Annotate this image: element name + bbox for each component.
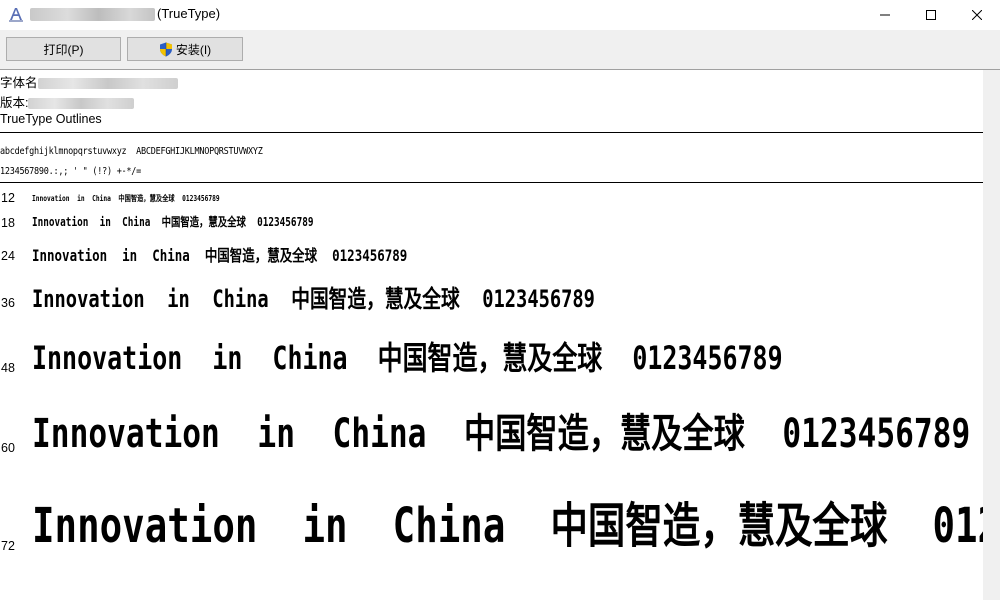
maximize-icon xyxy=(926,10,936,20)
sample-row-48: 48 Innovation in China 中国智造，慧及全球 0123456… xyxy=(0,332,983,382)
minimize-button[interactable] xyxy=(862,0,908,30)
size-label: 36 xyxy=(1,296,15,310)
sample-text: Innovation in China 中国智造，慧及全球 0123456789 xyxy=(32,194,220,203)
title-bar: (TrueType) xyxy=(0,0,1000,30)
sample-row-12: 12 Innovation in China 中国智造，慧及全球 0123456… xyxy=(0,190,983,208)
sample-text: Innovation in China 中国智造，慧及全球 0123456789 xyxy=(32,285,595,313)
uac-shield-icon xyxy=(159,42,172,56)
sample-text: Innovation in China 中国智造，慧及全球 0123456789 xyxy=(32,215,314,229)
minimize-icon xyxy=(880,14,890,16)
sample-row-36: 36 Innovation in China 中国智造，慧及全球 0123456… xyxy=(0,278,983,318)
toolbar: 打印(P) 安装(I) xyxy=(0,30,1000,70)
close-icon xyxy=(972,10,982,20)
font-app-icon xyxy=(9,8,23,22)
charset-digits-symbols: 1234567890.:,; ' " (!?) +-*/= xyxy=(0,166,142,177)
size-label: 24 xyxy=(1,249,15,263)
sample-row-24: 24 Innovation in China 中国智造，慧及全球 0123456… xyxy=(0,240,983,270)
font-outline-type: TrueType Outlines xyxy=(0,112,102,126)
font-name-label: 字体名 xyxy=(0,76,38,90)
font-name-line: 字体名 xyxy=(0,72,178,91)
font-version-line: 版本: xyxy=(0,92,135,111)
sample-row-60: 60 Innovation in China 中国智造，慧及全球 0123456… xyxy=(0,400,983,464)
maximize-button[interactable] xyxy=(908,0,954,30)
size-label: 18 xyxy=(1,216,15,230)
charset-letters: abcdefghijklmnopqrstuvwxyz ABCDEFGHIJKLM… xyxy=(0,146,263,157)
print-button-label: 打印(P) xyxy=(43,42,84,57)
font-version-value-redacted xyxy=(28,98,135,110)
print-button[interactable]: 打印(P) xyxy=(6,37,121,61)
vertical-scrollbar[interactable] xyxy=(983,70,1000,600)
size-label: 72 xyxy=(1,539,15,553)
sample-text: Innovation in China 中国智造，慧及全球 0123456789 xyxy=(32,411,971,457)
sample-text: Innovation in China 中国智造，慧及全球 0123456789 xyxy=(32,246,408,265)
sample-text: Innovation in China 中国智造，慧及全球 0123456789 xyxy=(32,339,783,377)
font-version-label: 版本: xyxy=(0,96,29,110)
title-font-name-redacted xyxy=(30,8,155,21)
close-button[interactable] xyxy=(954,0,1000,30)
divider-top xyxy=(0,132,983,133)
install-button[interactable]: 安装(I) xyxy=(127,37,243,61)
divider-bottom xyxy=(0,182,983,183)
sample-row-72: 72 Innovation in China 中国智造，慧及全球 0123456… xyxy=(0,486,983,556)
size-label: 48 xyxy=(1,361,15,375)
install-button-label: 安装(I) xyxy=(175,42,212,57)
sample-row-18: 18 Innovation in China 中国智造，慧及全球 0123456… xyxy=(0,212,983,236)
font-preview-area: 字体名 版本: TrueType Outlines abcdefghijklmn… xyxy=(0,70,983,600)
size-label: 12 xyxy=(1,191,15,205)
window-title: (TrueType) xyxy=(157,6,221,21)
size-label: 60 xyxy=(1,441,15,455)
sample-text: Innovation in China 中国智造，慧及全球 0123456789 xyxy=(32,498,983,554)
font-name-value-redacted xyxy=(37,78,178,90)
